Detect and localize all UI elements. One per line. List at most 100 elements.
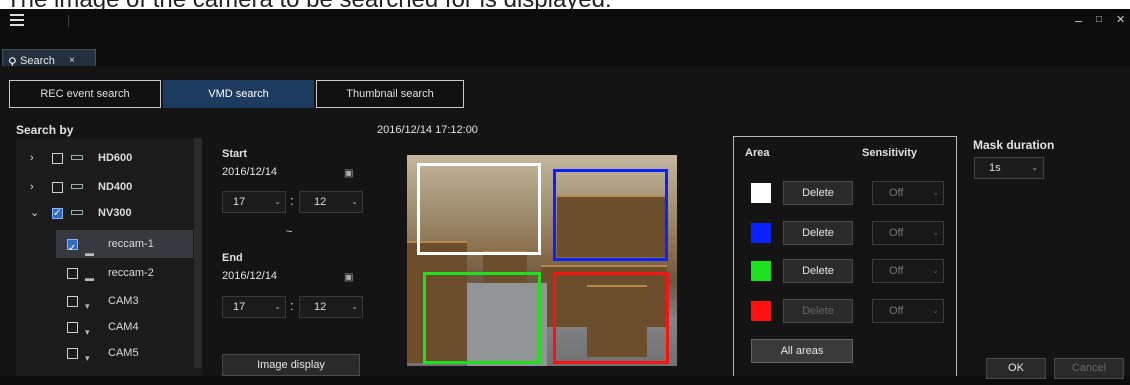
tree-item-label: reccam-1: [108, 238, 154, 250]
caption: The image of the camera to be searched f…: [0, 0, 1130, 9]
tree-item-hd600[interactable]: › HD600: [16, 148, 194, 168]
mask-duration-title: Mask duration: [973, 138, 1055, 152]
camera-image[interactable]: [407, 155, 677, 366]
sensitivity-select[interactable]: Off ⌄: [872, 181, 944, 205]
start-date[interactable]: 2016/12/14: [222, 166, 277, 178]
cancel-button[interactable]: Cancel: [1054, 358, 1124, 379]
detection-area-blue[interactable]: [553, 169, 668, 261]
tree-item-cam4[interactable]: ▾ CAM4: [56, 317, 193, 337]
tree-item-label: HD600: [98, 152, 133, 164]
checkbox[interactable]: [67, 296, 78, 307]
dome-camera-icon: ▾: [85, 353, 90, 363]
close-icon[interactable]: ✕: [1116, 13, 1125, 26]
end-date[interactable]: 2016/12/14: [222, 270, 277, 282]
sensitivity-select[interactable]: Off ⌄: [872, 259, 944, 283]
all-areas-button[interactable]: All areas: [751, 339, 853, 363]
checkbox[interactable]: [67, 348, 78, 359]
calendar-icon[interactable]: ▣: [344, 168, 353, 179]
tree-scrollbar[interactable]: [194, 138, 202, 368]
chevron-down-icon: ⌄: [351, 197, 358, 206]
tree-item-nv300[interactable]: ⌄ NV300: [16, 203, 194, 224]
vmd-search-button[interactable]: VMD search: [163, 80, 314, 108]
caption-text: The image of the camera to be searched f…: [6, 0, 612, 9]
start-minute-value: 12: [314, 196, 327, 208]
end-minute-select[interactable]: 12 ⌄: [299, 296, 363, 318]
delete-area-button-disabled[interactable]: Delete: [783, 299, 853, 323]
tree-item-nd400[interactable]: › ND400: [16, 177, 194, 197]
end-label: End: [222, 252, 243, 264]
recorder-icon: [71, 210, 83, 215]
end-hour-select[interactable]: 17 ⌄: [222, 296, 286, 318]
end-minute-value: 12: [314, 301, 327, 313]
checkbox-checked[interactable]: [67, 235, 78, 263]
sensitivity-value: Off: [889, 265, 904, 277]
expand-icon[interactable]: ›: [30, 148, 40, 168]
tree-item-cam3[interactable]: ▾ CAM3: [56, 291, 193, 311]
delete-area-button[interactable]: Delete: [783, 181, 853, 205]
calendar-icon[interactable]: ▣: [344, 272, 353, 283]
chevron-down-icon: ⌄: [932, 228, 939, 237]
start-hour-value: 17: [233, 196, 246, 208]
time-separator: :: [290, 193, 294, 208]
dome-camera-icon: ▾: [85, 327, 90, 337]
title-bar: – □ ✕: [0, 9, 1130, 45]
sensitivity-value: Off: [889, 227, 904, 239]
expand-icon[interactable]: ›: [30, 177, 40, 197]
checkbox[interactable]: [67, 268, 78, 279]
sensitivity-select[interactable]: Off ⌄: [872, 299, 944, 323]
mask-duration-value: 1s: [989, 162, 1001, 174]
checkbox[interactable]: [52, 182, 63, 193]
chevron-down-icon: ⌄: [932, 266, 939, 275]
tree-item-label: NV300: [98, 207, 132, 219]
thumbnail-search-button[interactable]: Thumbnail search: [316, 80, 464, 108]
detection-area-green[interactable]: [423, 272, 541, 364]
sensitivity-value: Off: [889, 305, 904, 317]
checkbox-checked[interactable]: [52, 204, 63, 224]
chevron-down-icon: ⌄: [1031, 163, 1038, 172]
tree-item-cam5[interactable]: ▾ CAM5: [56, 343, 193, 363]
search-by-title: Search by: [16, 123, 74, 137]
detection-area-white[interactable]: [417, 163, 541, 255]
menu-icon[interactable]: [10, 11, 24, 27]
range-separator: ~: [286, 226, 293, 238]
area-color-green: [751, 261, 771, 281]
image-display-button[interactable]: Image display: [222, 354, 360, 376]
tree-item-label: CAM5: [108, 347, 139, 359]
end-hour-value: 17: [233, 301, 246, 313]
sensitivity-header: Sensitivity: [862, 147, 918, 159]
chevron-down-icon: ⌄: [932, 188, 939, 197]
delete-area-button[interactable]: Delete: [783, 259, 853, 283]
area-header: Area: [745, 147, 770, 159]
start-hour-select[interactable]: 17 ⌄: [222, 191, 286, 213]
checkbox[interactable]: [52, 153, 63, 164]
collapse-icon[interactable]: ⌄: [30, 203, 40, 223]
tree-item-reccam-1[interactable]: ▬ reccam-1: [56, 230, 193, 263]
rec-event-search-button[interactable]: REC event search: [9, 80, 161, 108]
recorder-icon: [71, 184, 83, 189]
minimize-icon[interactable]: –: [1075, 13, 1082, 28]
tree-item-label: CAM4: [108, 321, 139, 333]
area-color-blue: [751, 223, 771, 243]
chevron-down-icon: ⌄: [274, 302, 281, 311]
sensitivity-select[interactable]: Off ⌄: [872, 221, 944, 245]
recorder-icon: [71, 155, 83, 160]
tree-item-label: CAM3: [108, 295, 139, 307]
chevron-down-icon: ⌄: [351, 302, 358, 311]
maximize-icon[interactable]: □: [1096, 14, 1102, 25]
tree-item-reccam-2[interactable]: ▬ reccam-2: [56, 263, 193, 283]
start-label: Start: [222, 148, 248, 160]
ok-button[interactable]: OK: [986, 358, 1046, 379]
area-color-red: [751, 301, 771, 321]
delete-area-button[interactable]: Delete: [783, 221, 853, 245]
checkbox[interactable]: [67, 322, 78, 333]
dome-camera-icon: ▾: [85, 301, 90, 311]
tree-item-label: reccam-2: [108, 267, 154, 279]
detection-area-red[interactable]: [553, 272, 669, 364]
sensitivity-value: Off: [889, 187, 904, 199]
tree-item-label: ND400: [98, 181, 133, 193]
start-minute-select[interactable]: 12 ⌄: [299, 191, 363, 213]
time-separator: :: [290, 298, 294, 313]
divider: [68, 15, 69, 27]
chevron-down-icon: ⌄: [932, 306, 939, 315]
mask-duration-select[interactable]: 1s ⌄: [974, 157, 1044, 179]
